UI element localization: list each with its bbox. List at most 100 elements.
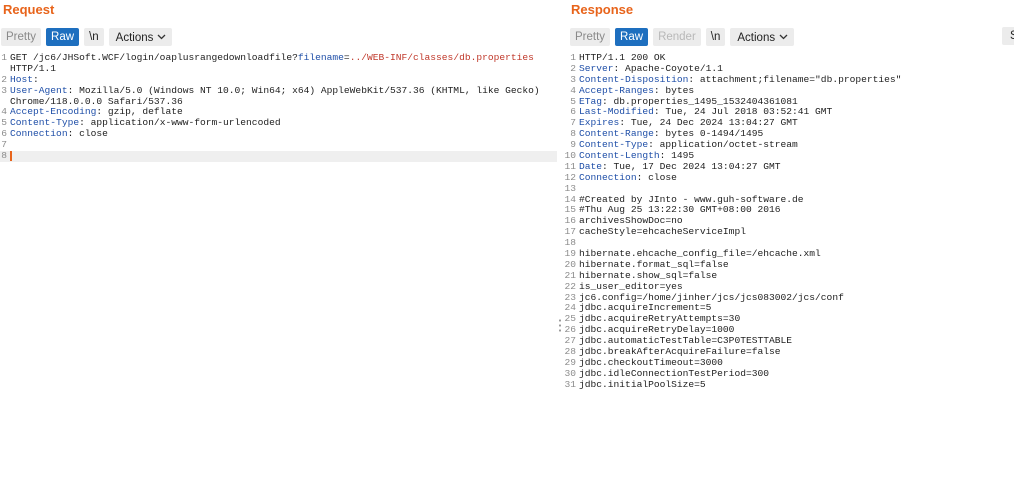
response-line[interactable]: 14 #Created by JInto - www.guh-software.d… bbox=[563, 194, 1014, 206]
line-text: Host: bbox=[10, 75, 557, 86]
response-line[interactable]: 8 Content-Range: bytes 0-1494/1495 bbox=[563, 128, 1014, 140]
request-line[interactable]: Chrome/118.0.0.0 Safari/537.36 bbox=[0, 97, 557, 108]
response-line[interactable]: 2 Server: Apache-Coyote/1.1 bbox=[563, 63, 1014, 75]
response-line[interactable]: 31 jdbc.initialPoolSize=5 bbox=[563, 379, 1014, 391]
request-line[interactable]: 4 Accept-Encoding: gzip, deflate bbox=[0, 107, 557, 118]
header-name: Expires bbox=[579, 118, 620, 129]
response-line[interactable]: 10 Content-Length: 1495 bbox=[563, 150, 1014, 162]
text-cursor bbox=[10, 151, 12, 162]
header-name: filename bbox=[297, 53, 344, 63]
request-tab-raw[interactable]: Raw bbox=[46, 28, 80, 46]
drag-handle-icon[interactable] bbox=[558, 318, 562, 334]
request-tab-pretty[interactable]: Pretty bbox=[1, 28, 42, 46]
line-text: jc6.config=/home/jinher/jcs/jcs083002/jc… bbox=[579, 293, 1014, 304]
line-text: cacheStyle=ehcacheServiceImpl bbox=[579, 227, 1014, 238]
request-actions-label: Actions bbox=[115, 32, 154, 44]
response-line[interactable]: 9 Content-Type: application/octet-stream bbox=[563, 139, 1014, 151]
request-line[interactable]: 7 bbox=[0, 139, 557, 151]
response-line[interactable]: 23 jc6.config=/home/jinher/jcs/jcs083002/… bbox=[563, 292, 1014, 304]
response-line[interactable]: 18 bbox=[563, 237, 1014, 249]
line-text: jdbc.automaticTestTable=C3P0TESTTABLE bbox=[579, 336, 1014, 347]
response-line[interactable]: 15 #Thu Aug 25 13:22:30 GMT+08:00 2016 bbox=[563, 205, 1014, 216]
response-line[interactable]: 25 jdbc.acquireRetryAttempts=30 bbox=[563, 313, 1014, 325]
response-line[interactable]: 4 Accept-Ranges: bytes bbox=[563, 85, 1014, 97]
text-segment: : application/octet-stream bbox=[648, 140, 798, 151]
response-line[interactable]: 20 hibernate.format_sql=false bbox=[563, 259, 1014, 271]
request-newline-toggle[interactable]: \n bbox=[84, 28, 104, 46]
response-line[interactable]: 27 jdbc.automaticTestTable=C3P0TESTTABLE bbox=[563, 335, 1014, 347]
header-name: Accept-Encoding bbox=[10, 107, 97, 118]
request-line[interactable]: 2 Host: bbox=[0, 74, 557, 86]
text-segment: HTTP/1.1 bbox=[10, 63, 57, 74]
text-segment: : 1495 bbox=[659, 151, 695, 162]
request-line[interactable]: 6 Connection: close bbox=[0, 128, 557, 140]
text-segment: jdbc.acquireRetryAttempts=30 bbox=[579, 314, 741, 325]
line-text: is_user_editor=yes bbox=[579, 282, 1014, 293]
line-text: hibernate.ehcache_config_file=/ehcache.x… bbox=[579, 249, 1014, 260]
response-tab-pretty[interactable]: Pretty bbox=[570, 28, 611, 46]
response-actions-dropdown[interactable]: Actions bbox=[730, 28, 795, 46]
line-text: ETag: db.properties_1495_1532404361081 bbox=[579, 97, 1014, 108]
response-line[interactable]: 6 Last-Modified: Tue, 24 Jul 2018 03:52:4… bbox=[563, 107, 1014, 118]
text-segment: jc6.config=/home/jinher/jcs/jcs083002/jc… bbox=[579, 292, 844, 303]
response-line[interactable]: 26 jdbc.acquireRetryDelay=1000 bbox=[563, 324, 1014, 336]
request-line[interactable]: 3 User-Agent: Mozilla/5.0 (Windows NT 10.… bbox=[0, 85, 557, 97]
line-text: jdbc.idleConnectionTestPeriod=300 bbox=[579, 369, 1014, 380]
response-toolbar: Pretty Raw Render \n Actions Se bbox=[570, 27, 1014, 47]
response-line[interactable]: 19 hibernate.ehcache_config_file=/ehcache… bbox=[563, 248, 1014, 260]
line-text bbox=[579, 184, 1014, 195]
response-line[interactable]: 21 hibernate.show_sql=false bbox=[563, 270, 1014, 282]
response-line[interactable]: 13 bbox=[563, 182, 1014, 195]
response-line[interactable]: 28 jdbc.breakAfterAcquireFailure=false bbox=[563, 346, 1014, 358]
response-line[interactable]: 12 Connection: close bbox=[563, 172, 1014, 184]
line-text: GET /jc6/JHSoft.WCF/login/oaplusrangedow… bbox=[10, 53, 557, 64]
response-line[interactable]: 5 ETag: db.properties_1495_1532404361081 bbox=[563, 96, 1014, 108]
response-search-button[interactable]: Se bbox=[1002, 27, 1014, 45]
response-line[interactable]: 11 Date: Tue, 17 Dec 2024 13:04:27 GMT bbox=[563, 161, 1014, 173]
response-line[interactable]: 30 jdbc.idleConnectionTestPeriod=300 bbox=[563, 368, 1014, 380]
response-tab-raw[interactable]: Raw bbox=[615, 28, 649, 46]
text-segment: HTTP/1.1 200 OK bbox=[579, 53, 666, 63]
response-tab-render[interactable]: Render bbox=[653, 28, 701, 46]
response-actions-label: Actions bbox=[737, 32, 776, 44]
request-line[interactable]: HTTP/1.1 bbox=[0, 64, 557, 75]
text-segment: : bbox=[33, 74, 39, 85]
text-segment: : Apache-Coyote/1.1 bbox=[613, 63, 723, 74]
line-text: jdbc.acquireRetryAttempts=30 bbox=[579, 314, 1014, 325]
text-segment: jdbc.acquireIncrement=5 bbox=[579, 303, 712, 314]
response-line[interactable]: 24 jdbc.acquireIncrement=5 bbox=[563, 303, 1014, 314]
request-line[interactable]: 8 bbox=[0, 150, 557, 162]
request-line[interactable]: 1 GET /jc6/JHSoft.WCF/login/oaplusrangedo… bbox=[0, 52, 557, 64]
response-line[interactable]: 7 Expires: Tue, 24 Dec 2024 13:04:27 GMT bbox=[563, 117, 1014, 129]
response-line[interactable]: 3 Content-Disposition: attachment;filenam… bbox=[563, 74, 1014, 86]
line-number: 1 bbox=[1, 52, 7, 63]
line-text: Content-Disposition: attachment;filename… bbox=[579, 75, 1014, 86]
line-number: 13 bbox=[564, 182, 576, 194]
line-text: Content-Range: bytes 0-1494/1495 bbox=[579, 129, 1014, 140]
line-text bbox=[10, 151, 557, 162]
text-segment: #Created by JInto - www.guh-software.de bbox=[579, 194, 804, 205]
text-segment: : Tue, 24 Jul 2018 03:52:41 GMT bbox=[653, 107, 833, 118]
header-name: Content-Type bbox=[10, 118, 80, 129]
header-name: Date bbox=[579, 161, 603, 172]
header-name: Content-Type bbox=[579, 140, 649, 151]
text-segment: jdbc.acquireRetryDelay=1000 bbox=[579, 325, 735, 336]
response-line[interactable]: 17 cacheStyle=ehcacheServiceImpl bbox=[563, 226, 1014, 238]
response-newline-toggle[interactable]: \n bbox=[705, 28, 726, 46]
response-line[interactable]: 22 is_user_editor=yes bbox=[563, 281, 1014, 293]
request-line[interactable]: 5 Content-Type: application/x-www-form-ur… bbox=[0, 117, 557, 129]
request-title: Request bbox=[3, 2, 55, 17]
response-editor[interactable]: 1 HTTP/1.1 200 OK 2 Server: Apache-Coyote/1… bbox=[563, 52, 1014, 479]
response-line[interactable]: 29 jdbc.checkoutTimeout=3000 bbox=[563, 357, 1014, 369]
line-text: Content-Type: application/x-www-form-url… bbox=[10, 118, 557, 129]
header-name: Content-Range bbox=[579, 129, 654, 140]
header-name: User-Agent bbox=[10, 85, 68, 96]
request-editor[interactable]: 1 GET /jc6/JHSoft.WCF/login/oaplusrangedo… bbox=[0, 52, 557, 479]
response-line[interactable]: 16 archivesShowDoc=no bbox=[563, 215, 1014, 227]
text-segment: : close bbox=[67, 129, 108, 140]
text-segment: jdbc.automaticTestTable=C3P0TESTTABLE bbox=[579, 336, 793, 347]
response-line[interactable]: 1 HTTP/1.1 200 OK bbox=[563, 52, 1014, 64]
request-actions-dropdown[interactable]: Actions bbox=[108, 28, 173, 46]
line-text: jdbc.acquireRetryDelay=1000 bbox=[579, 325, 1014, 336]
request-panel: Request Pretty Raw \n Actions 1 GET /jc6/… bbox=[0, 0, 557, 479]
